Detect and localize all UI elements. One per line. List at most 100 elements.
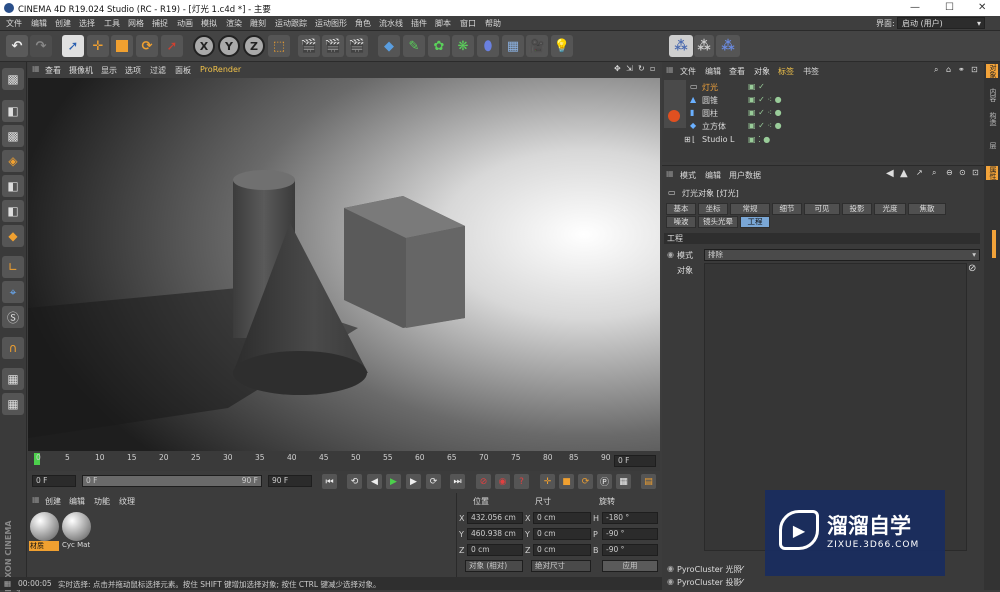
chain-icon[interactable]: ⚭ xyxy=(958,65,965,74)
object-row[interactable]: ▭ 灯光 ▣ ✓ xyxy=(690,81,970,94)
autokey-button[interactable]: ◉ xyxy=(495,474,510,489)
material-swatch[interactable] xyxy=(62,512,91,541)
visibility-check-icon[interactable]: ▣ ✓ xyxy=(748,82,788,91)
texture-mode-button[interactable]: ⁂ xyxy=(694,35,714,57)
new-window-icon[interactable]: ⊡ xyxy=(972,168,979,177)
radio-icon[interactable]: ◉ xyxy=(667,564,674,573)
object-menu-objects[interactable]: 对象 xyxy=(754,66,770,77)
render-picture-viewer-button[interactable]: 🎬 xyxy=(322,35,344,57)
key-parameter-button[interactable]: Ⓟ xyxy=(597,474,612,489)
subdivision-button[interactable]: ✿ xyxy=(428,35,450,57)
menu-select[interactable]: 选择 xyxy=(79,18,95,29)
next-frame-button[interactable]: ▶ xyxy=(406,474,421,489)
size-x-field[interactable]: 0 cm xyxy=(533,512,591,524)
cube-primitive-button[interactable]: ◆ xyxy=(378,35,400,57)
magnet-button[interactable]: ∩ xyxy=(2,337,24,359)
menu-help[interactable]: 帮助 xyxy=(485,18,501,29)
rotate-button[interactable]: ⟳ xyxy=(136,35,158,57)
tab-shadow[interactable]: 投影 xyxy=(842,203,872,215)
attr-menu-user-data[interactable]: 用户数据 xyxy=(729,170,761,181)
y-axis-button[interactable]: Y xyxy=(218,35,240,57)
tab-general[interactable]: 常规 xyxy=(730,203,770,215)
end-frame-field[interactable]: 90 F xyxy=(268,475,312,487)
tab-noise[interactable]: 噪波 xyxy=(666,216,696,228)
pick-arrow-icon[interactable]: ⊘ xyxy=(968,263,976,274)
polygons-mode-button[interactable]: ◆ xyxy=(2,225,24,247)
position-x-field[interactable]: 432.056 cm xyxy=(467,512,523,524)
scrollbar-thumb[interactable] xyxy=(992,230,996,258)
x-axis-button[interactable]: X xyxy=(193,35,215,57)
expand-plus-icon[interactable]: ⊞ xyxy=(684,135,691,144)
attr-menu-edit[interactable]: 编辑 xyxy=(705,170,721,181)
array-button[interactable]: ❋ xyxy=(452,35,474,57)
texture-tool-button[interactable]: ▩ xyxy=(2,125,24,147)
key-pla-button[interactable]: ▦ xyxy=(616,474,631,489)
menu-simulate[interactable]: 模拟 xyxy=(201,18,217,29)
object-row[interactable]: ◆ 立方体 ▣ ✓ ⁖ ● xyxy=(690,120,970,133)
next-key-button[interactable]: ⟳ xyxy=(426,474,441,489)
workplane-lock-button[interactable]: ▦ xyxy=(2,368,24,390)
position-z-field[interactable]: 0 cm xyxy=(467,544,523,556)
tab-visibility[interactable]: 可见 xyxy=(804,203,840,215)
back-arrow-icon[interactable]: ◀ xyxy=(886,168,894,179)
spline-pen-button[interactable]: ✎ xyxy=(403,35,425,57)
model-mode-button[interactable]: ⁂ xyxy=(669,35,693,57)
material-menu-create[interactable]: 创建 xyxy=(45,496,61,507)
material-menu-texture[interactable]: 纹理 xyxy=(119,496,135,507)
undo-button[interactable]: ↶ xyxy=(6,35,28,57)
camera-button[interactable]: 🎥 xyxy=(526,35,548,57)
layout-select[interactable]: 启动 (用户)▾ xyxy=(897,17,985,29)
zoom-view-icon[interactable]: ⇲ xyxy=(626,64,633,73)
previous-frame-button[interactable]: ◀ xyxy=(367,474,382,489)
light-button[interactable]: 💡 xyxy=(551,35,573,57)
keyframe-selection-button[interactable]: ? xyxy=(514,474,529,489)
z-axis-button[interactable]: Z xyxy=(243,35,265,57)
new-window-icon[interactable]: ⊡ xyxy=(971,65,978,74)
play-button[interactable]: ▶ xyxy=(386,474,401,489)
minimize-button[interactable]: — xyxy=(910,2,920,13)
tab-content-vertical[interactable]: 内容 xyxy=(986,88,998,102)
menu-motion-tracking[interactable]: 运动跟踪 xyxy=(275,18,307,29)
viewport-menu-view[interactable]: 查看 xyxy=(45,65,61,76)
viewport-menu-filter[interactable]: 过滤 xyxy=(150,65,166,76)
position-y-field[interactable]: 460.938 cm xyxy=(467,528,523,540)
go-to-start-button[interactable]: ⏮ xyxy=(322,474,337,489)
visibility-check-icon[interactable]: ▣ ✓ ⁖ ● xyxy=(748,121,788,130)
menu-script[interactable]: 脚本 xyxy=(435,18,451,29)
key-scale-button[interactable]: ■ xyxy=(559,474,574,489)
deformer-button[interactable]: ⬮ xyxy=(477,35,499,57)
object-menu-view[interactable]: 查看 xyxy=(729,66,745,77)
material-name[interactable]: 材质 xyxy=(29,541,59,551)
start-frame-field[interactable]: 0 F xyxy=(32,475,76,487)
floor-button[interactable]: ▦ xyxy=(502,35,524,57)
tab-details[interactable]: 细节 xyxy=(772,203,802,215)
object-menu-tags[interactable]: 标签 xyxy=(778,66,794,77)
object-row[interactable]: ▮ 圆柱 ▣ ✓ ⁖ ● xyxy=(690,107,970,120)
render-view-button[interactable]: 🎬 xyxy=(298,35,320,57)
maximize-view-icon[interactable]: ▫ xyxy=(650,64,655,73)
material-name[interactable]: Cyc Mat xyxy=(62,541,94,551)
menu-character[interactable]: 角色 xyxy=(355,18,371,29)
viewport-menu-cameras[interactable]: 摄像机 xyxy=(69,65,93,76)
snap-button[interactable]: Ⓢ xyxy=(2,306,24,328)
uv-tool-button[interactable]: ◈ xyxy=(2,150,24,172)
checkmark-icon[interactable]: ✓ xyxy=(739,564,746,573)
mode-select[interactable]: 排除▾ xyxy=(704,249,980,261)
3d-viewport[interactable] xyxy=(28,78,660,451)
menu-render[interactable]: 渲染 xyxy=(226,18,242,29)
frame-range-slider[interactable]: 0 F90 F xyxy=(82,475,262,487)
object-menu-file[interactable]: 文件 xyxy=(680,66,696,77)
menu-create[interactable]: 创建 xyxy=(55,18,71,29)
menu-mograph[interactable]: 运动图形 xyxy=(315,18,347,29)
checkmark-icon[interactable]: ✓ xyxy=(739,577,746,586)
record-active-button[interactable]: ⊘ xyxy=(476,474,491,489)
tab-structure-vertical[interactable]: 构造 xyxy=(986,112,998,126)
material-swatch[interactable] xyxy=(30,512,59,541)
axis-mode-button[interactable]: ∟ xyxy=(2,256,24,278)
size-z-field[interactable]: 0 cm xyxy=(533,544,591,556)
tab-coordinates[interactable]: 坐标 xyxy=(698,203,728,215)
coord-system-button[interactable]: ⬚ xyxy=(268,35,290,57)
tab-lens-flare[interactable]: 镜头光晕 xyxy=(698,216,738,228)
timeline[interactable]: 0 5 10 15 20 25 30 35 40 45 50 55 60 65 … xyxy=(28,451,660,471)
move-view-icon[interactable]: ✥ xyxy=(614,64,621,73)
